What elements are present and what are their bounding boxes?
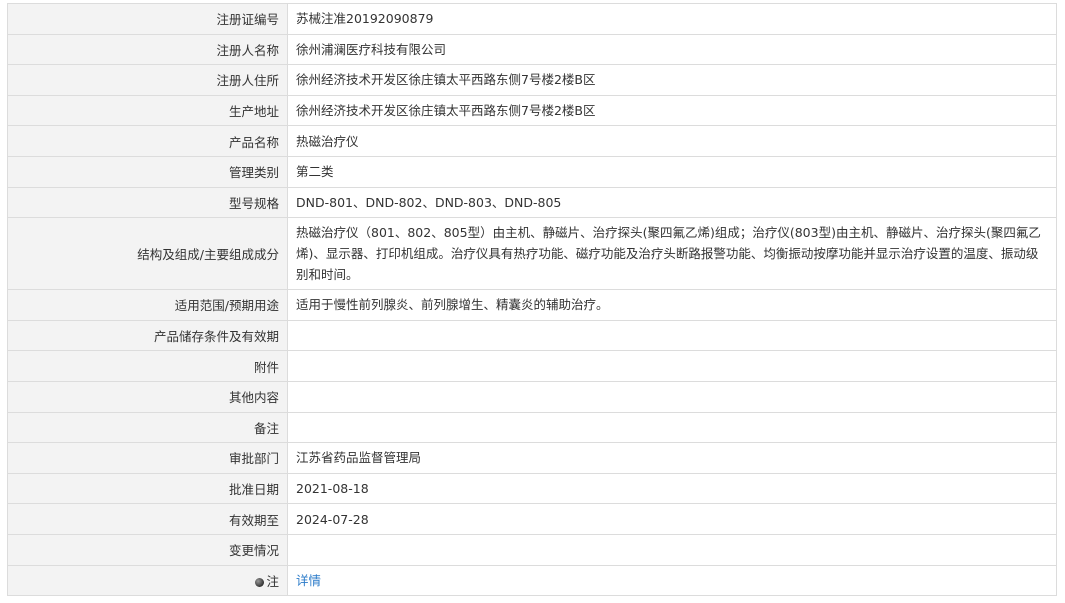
value-intended-use: 适用于慢性前列腺炎、前列腺增生、精囊炎的辅助治疗。 bbox=[287, 289, 1057, 321]
label-production-address: 生产地址 bbox=[7, 94, 288, 127]
label-product-name: 产品名称 bbox=[7, 125, 288, 157]
row-management-category: 管理类别 第二类 bbox=[7, 155, 1057, 188]
row-registrant-address: 注册人住所 徐州经济技术开发区徐庄镇太平西路东侧7号楼2楼B区 bbox=[7, 64, 1057, 96]
label-attachments: 附件 bbox=[7, 350, 288, 382]
row-note: 注 详情 bbox=[7, 564, 1057, 597]
details-link[interactable]: 详情 bbox=[296, 573, 321, 588]
label-registrant-name: 注册人名称 bbox=[7, 33, 288, 66]
row-remarks: 备注 bbox=[7, 411, 1057, 444]
value-registrant-name: 徐州浦澜医疗科技有限公司 bbox=[287, 33, 1057, 66]
label-structure-composition: 结构及组成/主要组成成分 bbox=[7, 217, 288, 291]
row-production-address: 生产地址 徐州经济技术开发区徐庄镇太平西路东侧7号楼2楼B区 bbox=[7, 94, 1057, 127]
row-valid-until: 有效期至 2024-07-28 bbox=[7, 503, 1057, 535]
label-change-history: 变更情况 bbox=[7, 533, 288, 566]
label-approval-date: 批准日期 bbox=[7, 472, 288, 505]
value-valid-until: 2024-07-28 bbox=[287, 503, 1057, 535]
label-storage-validity: 产品储存条件及有效期 bbox=[7, 319, 288, 352]
value-model-spec: DND-801、DND-802、DND-803、DND-805 bbox=[287, 186, 1057, 219]
row-approval-department: 审批部门 江苏省药品监督管理局 bbox=[7, 442, 1057, 474]
value-other-content bbox=[287, 380, 1057, 413]
row-model-spec: 型号规格 DND-801、DND-802、DND-803、DND-805 bbox=[7, 186, 1057, 219]
label-registration-number: 注册证编号 bbox=[7, 3, 288, 35]
row-other-content: 其他内容 bbox=[7, 380, 1057, 413]
info-dot-icon bbox=[255, 577, 265, 587]
row-registration-number: 注册证编号 苏械注准20192090879 bbox=[7, 3, 1057, 35]
value-note: 详情 bbox=[287, 564, 1057, 597]
value-storage-validity bbox=[287, 319, 1057, 352]
registration-detail-table: 注册证编号 苏械注准20192090879 注册人名称 徐州浦澜医疗科技有限公司… bbox=[7, 3, 1057, 597]
row-storage-validity: 产品储存条件及有效期 bbox=[7, 319, 1057, 352]
value-registration-number: 苏械注准20192090879 bbox=[287, 3, 1057, 35]
value-attachments bbox=[287, 350, 1057, 382]
row-structure-composition: 结构及组成/主要组成成分 热磁治疗仪（801、802、805型）由主机、静磁片、… bbox=[7, 217, 1057, 291]
label-approval-department: 审批部门 bbox=[7, 442, 288, 474]
value-approval-department: 江苏省药品监督管理局 bbox=[287, 442, 1057, 474]
label-management-category: 管理类别 bbox=[7, 155, 288, 188]
row-change-history: 变更情况 bbox=[7, 533, 1057, 566]
value-remarks bbox=[287, 411, 1057, 444]
value-product-name: 热磁治疗仪 bbox=[287, 125, 1057, 157]
label-note: 注 bbox=[7, 564, 288, 597]
row-product-name: 产品名称 热磁治疗仪 bbox=[7, 125, 1057, 157]
row-registrant-name: 注册人名称 徐州浦澜医疗科技有限公司 bbox=[7, 33, 1057, 66]
value-management-category: 第二类 bbox=[287, 155, 1057, 188]
label-remarks: 备注 bbox=[7, 411, 288, 444]
label-model-spec: 型号规格 bbox=[7, 186, 288, 219]
row-attachments: 附件 bbox=[7, 350, 1057, 382]
value-structure-composition: 热磁治疗仪（801、802、805型）由主机、静磁片、治疗探头(聚四氟乙烯)组成… bbox=[287, 217, 1057, 291]
value-registrant-address: 徐州经济技术开发区徐庄镇太平西路东侧7号楼2楼B区 bbox=[287, 64, 1057, 96]
value-change-history bbox=[287, 533, 1057, 566]
value-approval-date: 2021-08-18 bbox=[287, 472, 1057, 505]
label-other-content: 其他内容 bbox=[7, 380, 288, 413]
label-registrant-address: 注册人住所 bbox=[7, 64, 288, 96]
row-approval-date: 批准日期 2021-08-18 bbox=[7, 472, 1057, 505]
note-label-text: 注 bbox=[266, 573, 279, 589]
value-production-address: 徐州经济技术开发区徐庄镇太平西路东侧7号楼2楼B区 bbox=[287, 94, 1057, 127]
label-valid-until: 有效期至 bbox=[7, 503, 288, 535]
label-intended-use: 适用范围/预期用途 bbox=[7, 289, 288, 321]
row-intended-use: 适用范围/预期用途 适用于慢性前列腺炎、前列腺增生、精囊炎的辅助治疗。 bbox=[7, 289, 1057, 321]
